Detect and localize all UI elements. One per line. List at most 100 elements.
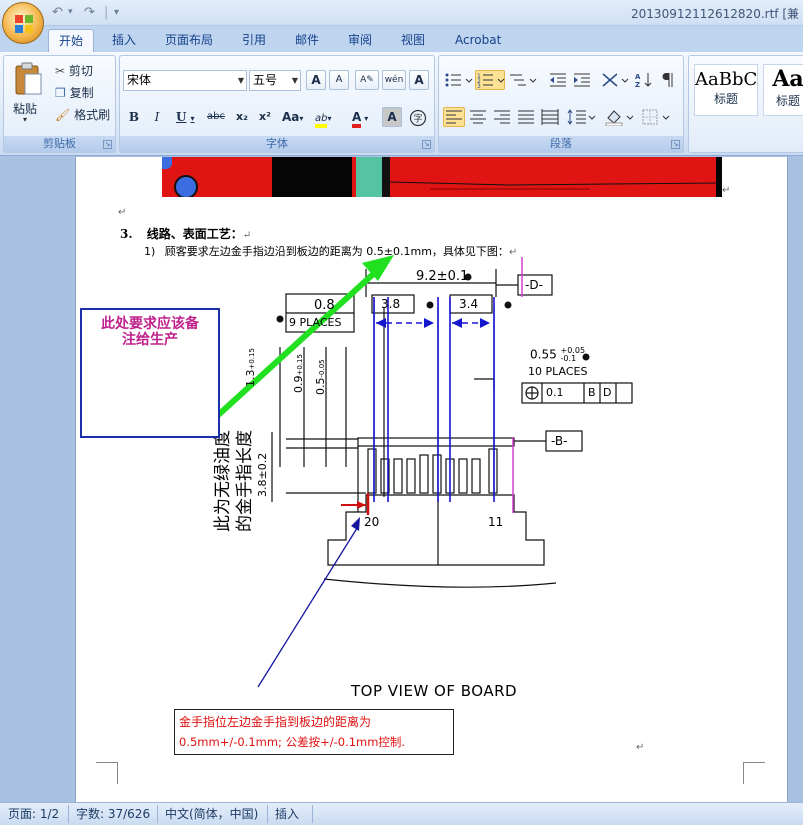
shrink-font-button[interactable]: A — [329, 70, 349, 90]
office-logo-icon — [15, 15, 33, 33]
distribute-button[interactable] — [539, 107, 561, 127]
font-name-select[interactable]: 宋体 ▼ — [123, 70, 247, 91]
phonetic-icon: wén — [384, 75, 404, 85]
character-shading-icon: A — [387, 110, 397, 124]
tab-view[interactable]: 视图 — [391, 29, 435, 52]
decrease-indent-icon — [550, 73, 566, 87]
enclose-characters-button[interactable]: 字 — [407, 107, 429, 127]
clear-format-button[interactable]: A✎ — [355, 70, 379, 90]
red-note-line-1: 金手指位左边金手指到板边的距离为 — [179, 715, 372, 729]
tab-mailings[interactable]: 邮件 — [285, 29, 329, 52]
paste-dropdown-icon[interactable]: ▾ — [23, 115, 27, 124]
document-page[interactable]: ↵ ↵ 3. 线路、表面工艺：↵ 1) 顾客要求左边金手指边沿到板边的距离为 0… — [75, 157, 788, 802]
status-word-count[interactable]: 字数: 37/626 — [76, 806, 150, 822]
bold-button[interactable]: B — [125, 107, 143, 127]
dim-0-9-value: 0.9 — [292, 375, 305, 394]
font-size-select[interactable]: 五号 ▼ — [249, 70, 301, 91]
ribbon-tabs: 开始 插入 页面布局 引用 邮件 审阅 视图 Acrobat — [0, 26, 803, 52]
format-painter-label: 格式刷 — [74, 108, 111, 122]
bullets-button[interactable] — [443, 70, 473, 90]
font-launcher-icon[interactable]: ↘ — [422, 140, 431, 149]
chevron-down-icon: ▾ — [299, 114, 304, 123]
justify-button[interactable] — [515, 107, 537, 127]
technical-drawing — [213, 255, 633, 688]
dim-0-5-value: 0.5 — [314, 377, 327, 396]
font-group-label: 字体 — [120, 136, 434, 152]
svg-text:Z: Z — [635, 81, 640, 89]
sort-button[interactable]: AZ — [633, 70, 655, 90]
enclose-characters-icon: 字 — [409, 109, 427, 127]
dim-0-8: 0.8 — [314, 298, 335, 313]
dim-0-5-tol: -0.05 — [318, 359, 326, 378]
character-shading-button[interactable]: A — [382, 107, 402, 127]
phonetic-guide-button[interactable]: wén — [382, 70, 406, 90]
tab-page-layout[interactable]: 页面布局 — [155, 29, 223, 52]
paragraph-launcher-icon[interactable]: ↘ — [671, 140, 680, 149]
font-size-value: 五号 — [253, 73, 278, 87]
style-name: 标题 — [713, 92, 738, 106]
redo-icon[interactable]: ↷ — [84, 4, 95, 21]
font-color-button[interactable]: A ▾ — [348, 107, 378, 128]
dim-3-4: 3.4 — [459, 297, 479, 311]
svg-text:字: 字 — [413, 113, 422, 125]
decrease-indent-button[interactable] — [547, 70, 569, 90]
drawing-caption: TOP VIEW OF BOARD — [351, 682, 518, 700]
style-heading-2[interactable]: Aa 标题 — [763, 64, 803, 116]
chinese-layout-button[interactable] — [599, 70, 629, 90]
line-spacing-button[interactable] — [565, 107, 597, 127]
copy-button[interactable]: ❐ 复制 — [54, 83, 114, 103]
align-left-icon — [446, 110, 462, 124]
cut-button[interactable]: ✂ 剪切 — [54, 61, 114, 81]
numbering-button[interactable]: 123 — [475, 70, 505, 90]
character-border-button[interactable]: A — [409, 70, 429, 90]
status-page[interactable]: 页面: 1/2 — [8, 806, 59, 822]
underline-button[interactable]: U ▾ — [171, 107, 199, 127]
style-heading-1[interactable]: AaBbC 标题 — [694, 64, 758, 116]
borders-button[interactable] — [639, 107, 671, 127]
change-case-button[interactable]: Aa▾ — [279, 107, 309, 127]
styles-group: AaBbC 标题 Aa 标题 — [688, 55, 803, 153]
sort-icon: AZ — [635, 73, 652, 89]
strikethrough-button[interactable]: abc — [204, 107, 228, 127]
superscript-button[interactable]: x² — [255, 107, 275, 127]
tab-acrobat[interactable]: Acrobat — [445, 29, 511, 52]
office-button[interactable] — [2, 2, 44, 44]
undo-icon[interactable]: ↶ — [52, 4, 63, 21]
shading-button[interactable] — [603, 107, 635, 127]
subscript-button[interactable]: x₂ — [232, 107, 252, 127]
paste-button[interactable]: 粘贴 ▾ — [10, 60, 46, 130]
italic-button[interactable]: I — [148, 107, 166, 127]
align-center-button[interactable] — [467, 107, 489, 127]
show-hide-marks-button[interactable] — [657, 70, 679, 90]
copy-label: 复制 — [69, 86, 94, 100]
align-right-button[interactable] — [491, 107, 513, 127]
multilevel-list-button[interactable] — [507, 70, 539, 90]
customize-quick-access-icon[interactable]: ▾ — [114, 4, 119, 21]
font-group: 宋体 ▼ 五号 ▼ A A A✎ wén A B I U ▾ abc x₂ x² Aa… — [119, 55, 435, 153]
grow-font-button[interactable]: A — [306, 70, 326, 90]
status-separator — [68, 805, 69, 823]
fcf-datum-d: D — [603, 386, 612, 399]
subscript-icon: x₂ — [236, 110, 248, 123]
highlight-button[interactable]: ab▾ — [312, 107, 344, 128]
status-insert-mode[interactable]: 插入 — [275, 806, 299, 822]
document-area[interactable]: ↵ ↵ 3. 线路、表面工艺：↵ 1) 顾客要求左边金手指边沿到板边的距离为 0… — [0, 157, 803, 802]
tab-home[interactable]: 开始 — [48, 29, 95, 52]
tab-insert[interactable]: 插入 — [102, 29, 146, 52]
paragraph-group-label: 段落 — [439, 136, 683, 152]
tab-review[interactable]: 审阅 — [338, 29, 382, 52]
chevron-down-icon: ▾ — [364, 114, 369, 123]
page-margin-corner — [96, 762, 118, 784]
change-case-icon: Aa — [282, 110, 300, 124]
title-bar: ↶ ▾ ↷ | ▾ 20130912112612820.rtf [兼 — [0, 0, 803, 26]
clipboard-launcher-icon[interactable]: ↘ — [103, 140, 112, 149]
format-painter-button[interactable]: 🖌 格式刷 — [54, 105, 116, 125]
tab-references[interactable]: 引用 — [232, 29, 276, 52]
increase-indent-button[interactable] — [571, 70, 593, 90]
undo-dropdown-icon[interactable]: ▾ — [68, 4, 73, 21]
underline-icon: U — [176, 110, 187, 124]
dim-3-8-vertical: 3.8±0.2 — [256, 452, 269, 497]
align-left-button[interactable] — [443, 107, 465, 127]
paragraph-mark: ↵ — [636, 742, 645, 753]
status-language[interactable]: 中文(简体，中国) — [165, 806, 258, 822]
